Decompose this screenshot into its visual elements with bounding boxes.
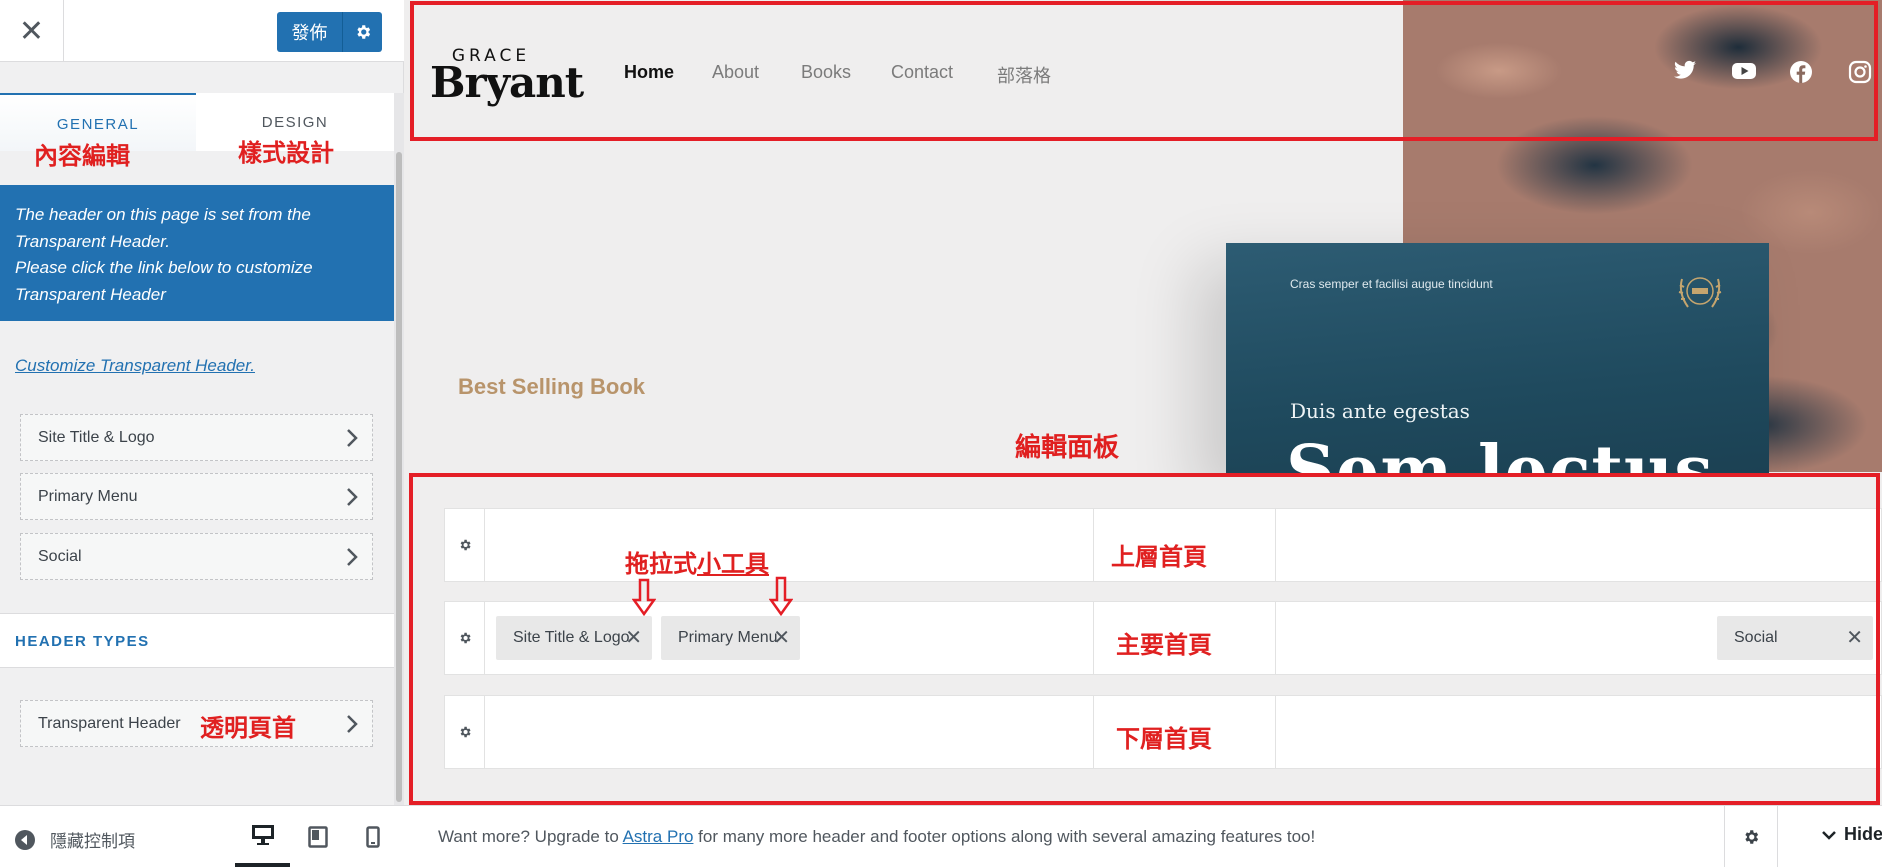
sidebar-scrollbar-thumb[interactable] — [396, 152, 402, 802]
header-highlight-box — [410, 1, 1878, 141]
annotation-transparent-header: 透明頁首 — [200, 714, 296, 742]
sidebar-item-site-title-logo[interactable]: Site Title & Logo — [20, 414, 373, 461]
book-tagline: Cras semper et facilisi augue tincidunt — [1290, 277, 1493, 291]
sidebar-item-label: Transparent Header — [38, 715, 181, 732]
header-types-section: HEADER TYPES — [0, 613, 394, 668]
publish-button[interactable]: 發佈 — [277, 12, 342, 52]
tab-general-label: GENERAL — [56, 116, 140, 133]
preview-tablet-button[interactable] — [290, 806, 345, 867]
gear-icon — [1745, 829, 1759, 844]
desktop-icon — [251, 824, 274, 845]
sidebar-item-transparent-header[interactable]: Transparent Header — [20, 700, 373, 747]
preview-desktop-button[interactable] — [235, 806, 290, 867]
sidebar-footer: 隱藏控制項 — [0, 805, 404, 867]
sidebar-item-label: Site Title & Logo — [38, 429, 155, 446]
site-preview: Cras semper et facilisi augue tincidunt … — [404, 0, 1882, 805]
collapse-label: 隱藏控制項 — [50, 832, 135, 852]
chevron-right-icon — [347, 548, 358, 566]
gear-icon — [356, 25, 370, 39]
hide-builder-button[interactable]: Hide — [1822, 824, 1882, 845]
sidebar-item-label: Social — [38, 548, 82, 565]
publish-settings-button[interactable] — [342, 12, 382, 52]
chevron-right-icon — [347, 429, 358, 447]
sidebar-item-label: Primary Menu — [38, 488, 138, 505]
upgrade-text-after: for many more header and footer options … — [693, 827, 1316, 846]
builder-highlight-box — [409, 473, 1880, 805]
sidebar-topbar: ✕ 發佈 — [0, 0, 404, 62]
annotation-style-design: 樣式設計 — [238, 139, 334, 167]
customize-transparent-header-link[interactable]: Customize Transparent Header. — [15, 356, 255, 376]
annotation-editor-panel: 編輯面板 — [1015, 433, 1120, 463]
annotation-content-edit: 內容編輯 — [34, 142, 130, 170]
collapse-sidebar-button[interactable]: 隱藏控制項 — [14, 827, 135, 852]
sidebar-item-primary-menu[interactable]: Primary Menu — [20, 473, 373, 520]
notice-line-2: Please click the link below to customize… — [15, 258, 313, 304]
transparent-header-notice: The header on this page is set from the … — [0, 185, 394, 321]
tab-design-label: DESIGN — [261, 114, 329, 131]
close-customizer-button[interactable]: ✕ — [0, 0, 64, 62]
collapse-arrow-icon — [15, 829, 35, 850]
chevron-right-icon — [347, 715, 358, 733]
book-subtitle: Duis ante egestas — [1290, 399, 1470, 423]
sidebar-item-social[interactable]: Social — [20, 533, 373, 580]
notice-line-1: The header on this page is set from the … — [15, 205, 311, 251]
astra-pro-link[interactable]: Astra Pro — [623, 827, 694, 846]
chevron-down-icon — [1822, 830, 1836, 840]
award-medal-icon — [1678, 277, 1722, 308]
hide-label: Hide — [1844, 824, 1882, 844]
featured-book-cover: Cras semper et facilisi augue tincidunt … — [1226, 243, 1769, 511]
tablet-icon — [307, 825, 328, 848]
upgrade-text-before: Want more? Upgrade to — [438, 827, 623, 846]
mobile-icon — [365, 825, 380, 848]
customizer-sidebar: ✕ 發佈 GENERAL DESIGN 內容編輯 樣式設計 The header… — [0, 0, 404, 867]
preview-mobile-button[interactable] — [345, 806, 400, 867]
upgrade-text: Want more? Upgrade to Astra Pro for many… — [438, 827, 1315, 847]
chevron-right-icon — [347, 488, 358, 506]
builder-settings-button[interactable] — [1724, 806, 1778, 867]
header-types-title: HEADER TYPES — [15, 633, 150, 650]
upgrade-notice-bar: Want more? Upgrade to Astra Pro for many… — [404, 805, 1882, 867]
best-selling-heading: Best Selling Book — [458, 374, 646, 399]
